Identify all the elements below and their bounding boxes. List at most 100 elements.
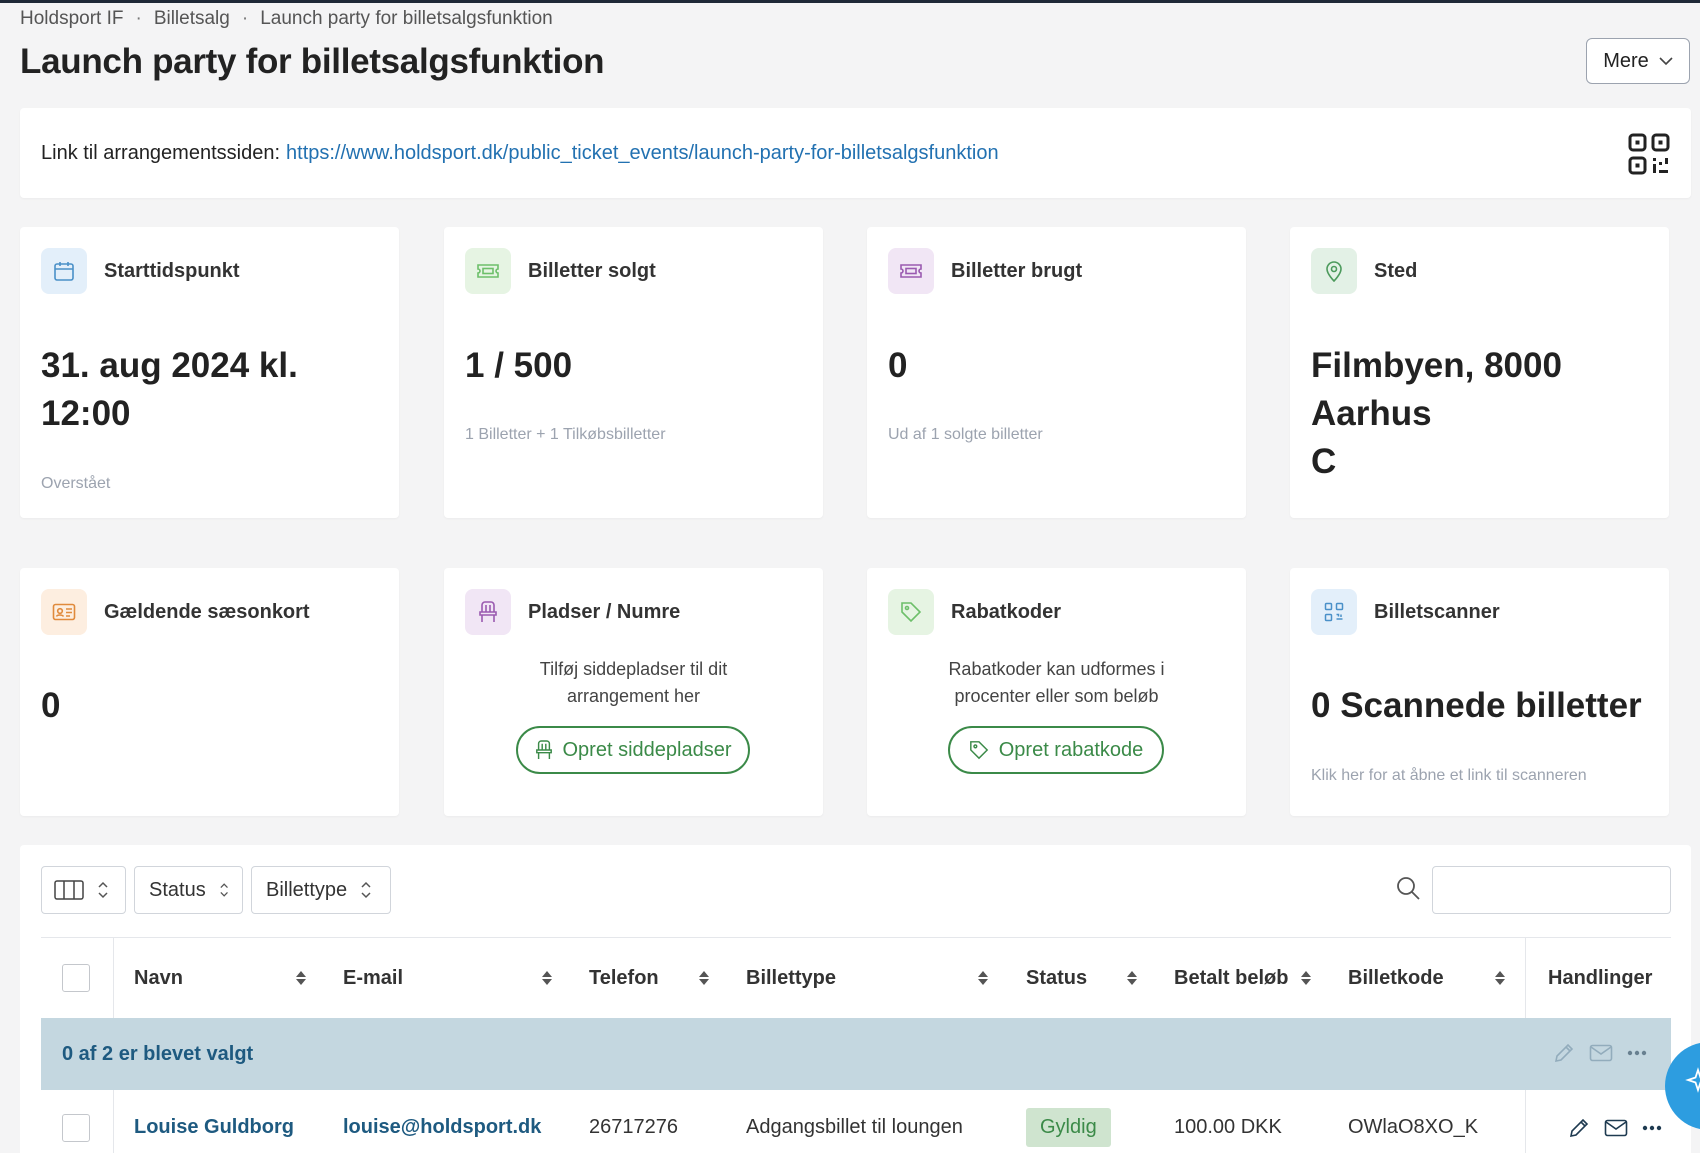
- ticket-icon: [888, 248, 934, 294]
- breadcrumb-item-ticketsales[interactable]: Billetsalg: [154, 8, 230, 30]
- ticket-scanner-label: Billetscanner: [1374, 600, 1500, 623]
- discount-codes-card: Rabatkoder Rabatkoder kan udformes i pro…: [867, 568, 1246, 816]
- discount-codes-label: Rabatkoder: [951, 600, 1062, 623]
- location-value: Filmbyen, 8000 Aarhus C: [1311, 346, 1562, 481]
- start-time-label: Starttidspunkt: [104, 259, 240, 282]
- seats-description: Tilføj siddepladser til dit arrangement …: [539, 659, 728, 706]
- column-header-ticket-type[interactable]: Billettype: [746, 938, 836, 1018]
- chair-icon: [535, 740, 552, 759]
- more-button[interactable]: Mere: [1586, 38, 1690, 84]
- breadcrumb: Holdsport IF · Billetsalg · Launch party…: [20, 8, 553, 30]
- tickets-used-sub: Ud af 1 solgte billetter: [888, 426, 1043, 443]
- columns-icon: [54, 880, 84, 900]
- tickets-sold-card: Billetter solgt 1 / 500 1 Billetter + 1 …: [444, 227, 823, 518]
- updown-chevron-icon: [220, 883, 228, 897]
- bulk-actions: [1553, 1042, 1647, 1064]
- breadcrumb-separator: ·: [241, 8, 249, 29]
- search-input[interactable]: [1432, 866, 1671, 914]
- season-card-card: Gældende sæsonkort 0: [20, 568, 399, 816]
- create-seats-button[interactable]: Opret siddepladser: [516, 726, 750, 774]
- column-header-email[interactable]: E-mail: [343, 938, 403, 1018]
- search-icon[interactable]: [1395, 875, 1421, 901]
- selection-count: 0 af 2 er blevet valgt: [62, 1042, 254, 1065]
- breadcrumb-separator: ·: [135, 8, 142, 29]
- season-card-value: 0: [41, 686, 61, 725]
- attendees-table-card: Status Billettype Navn E-mail Telefon Bi…: [20, 845, 1691, 1153]
- season-card-label: Gældende sæsonkort: [104, 600, 310, 623]
- more-button-label: Mere: [1603, 49, 1649, 72]
- updown-chevron-icon: [361, 881, 371, 899]
- table-row: Louise Guldborg louise@holdsport.dk 2671…: [41, 1090, 1671, 1153]
- map-pin-icon: [1311, 248, 1357, 294]
- attendee-ticket-type: Adgangsbillet til loungen: [746, 1116, 963, 1138]
- create-seats-label: Opret siddepladser: [562, 738, 732, 761]
- qr-code-icon[interactable]: [1627, 132, 1671, 176]
- chevron-down-icon: [1659, 56, 1673, 65]
- attendee-phone: 26717276: [589, 1116, 678, 1138]
- sort-icon[interactable]: [698, 970, 710, 986]
- sort-icon[interactable]: [295, 970, 307, 986]
- column-header-code[interactable]: Billetkode: [1348, 938, 1444, 1018]
- location-card: Sted Filmbyen, 8000 Aarhus C: [1290, 227, 1669, 518]
- column-header-status[interactable]: Status: [1026, 938, 1087, 1018]
- sort-icon[interactable]: [1494, 970, 1506, 986]
- sparkles-icon: [1685, 1067, 1700, 1093]
- event-link[interactable]: https://www.holdsport.dk/public_ticket_e…: [286, 142, 999, 165]
- attendee-name[interactable]: Louise Guldborg: [134, 1090, 294, 1153]
- seats-card: Pladser / Numre Tilføj siddepladser til …: [444, 568, 823, 816]
- column-selector[interactable]: [41, 866, 126, 914]
- row-checkbox[interactable]: [62, 1113, 90, 1142]
- breadcrumb-item-current: Launch party for billetsalgsfunktion: [260, 8, 553, 29]
- top-border: [0, 0, 1700, 3]
- tickets-used-label: Billetter brugt: [951, 259, 1083, 282]
- scanner-link-hint[interactable]: Klik her for at åbne et link til scanner…: [1311, 767, 1587, 785]
- discount-codes-description: Rabatkoder kan udformes i procenter elle…: [948, 659, 1165, 706]
- sort-icon[interactable]: [1126, 970, 1138, 986]
- event-link-label: Link til arrangementssiden:: [41, 141, 281, 164]
- updown-chevron-icon: [98, 881, 108, 899]
- more-dots-icon[interactable]: [1642, 1125, 1662, 1131]
- start-time-value: 31. aug 2024 kl. 12:00: [41, 346, 298, 433]
- id-card-icon: [41, 589, 87, 635]
- status-filter-label: Status: [149, 878, 206, 901]
- tickets-sold-value: 1 / 500: [465, 346, 573, 385]
- mail-icon[interactable]: [1604, 1119, 1628, 1137]
- chair-icon: [465, 589, 511, 635]
- attendee-amount: 100.00 DKK: [1174, 1116, 1282, 1138]
- ticket-type-filter-label: Billettype: [266, 878, 348, 901]
- select-all-checkbox[interactable]: [62, 964, 90, 992]
- sort-icon[interactable]: [541, 970, 553, 986]
- column-header-name[interactable]: Navn: [134, 938, 183, 1018]
- create-discount-code-button[interactable]: Opret rabatkode: [948, 726, 1164, 774]
- selection-bar: 0 af 2 er blevet valgt: [41, 1018, 1671, 1090]
- seats-label: Pladser / Numre: [528, 600, 681, 623]
- pencil-icon[interactable]: [1568, 1117, 1590, 1139]
- scanned-tickets-value: 0 Scannede billetter: [1311, 686, 1642, 725]
- tickets-sold-label: Billetter solgt: [528, 259, 656, 282]
- ticket-type-filter[interactable]: Billettype: [251, 866, 391, 914]
- ticket-scanner-card[interactable]: Billetscanner 0 Scannede billetter Klik …: [1290, 568, 1669, 816]
- page-title: Launch party for billetsalgsfunktion: [20, 42, 605, 81]
- create-discount-code-label: Opret rabatkode: [998, 738, 1144, 761]
- sort-icon[interactable]: [977, 970, 989, 986]
- column-header-phone[interactable]: Telefon: [589, 938, 659, 1018]
- ticket-icon: [465, 248, 511, 294]
- column-header-amount[interactable]: Betalt beløb: [1174, 938, 1288, 1018]
- event-link-card: Link til arrangementssiden: https://www.…: [20, 108, 1691, 198]
- sort-icon[interactable]: [1300, 970, 1312, 986]
- mail-icon[interactable]: [1589, 1044, 1613, 1062]
- breadcrumb-item-club[interactable]: Holdsport IF: [20, 8, 123, 30]
- tag-icon: [888, 589, 934, 635]
- status-filter[interactable]: Status: [134, 866, 243, 914]
- calendar-icon: [41, 248, 87, 294]
- tag-icon: [969, 741, 988, 760]
- table-toolbar: Status Billettype: [41, 866, 391, 914]
- more-dots-icon[interactable]: [1627, 1050, 1647, 1056]
- start-time-card: Starttidspunkt 31. aug 2024 kl. 12:00 Ov…: [20, 227, 399, 518]
- attendee-email[interactable]: louise@holdsport.dk: [343, 1090, 541, 1153]
- pencil-icon[interactable]: [1553, 1042, 1575, 1064]
- table-header: Navn E-mail Telefon Billettype Status Be…: [41, 938, 1671, 1018]
- tickets-used-card: Billetter brugt 0 Ud af 1 solgte billett…: [867, 227, 1246, 518]
- location-label: Sted: [1374, 259, 1418, 282]
- status-badge: Gyldig: [1026, 1108, 1111, 1147]
